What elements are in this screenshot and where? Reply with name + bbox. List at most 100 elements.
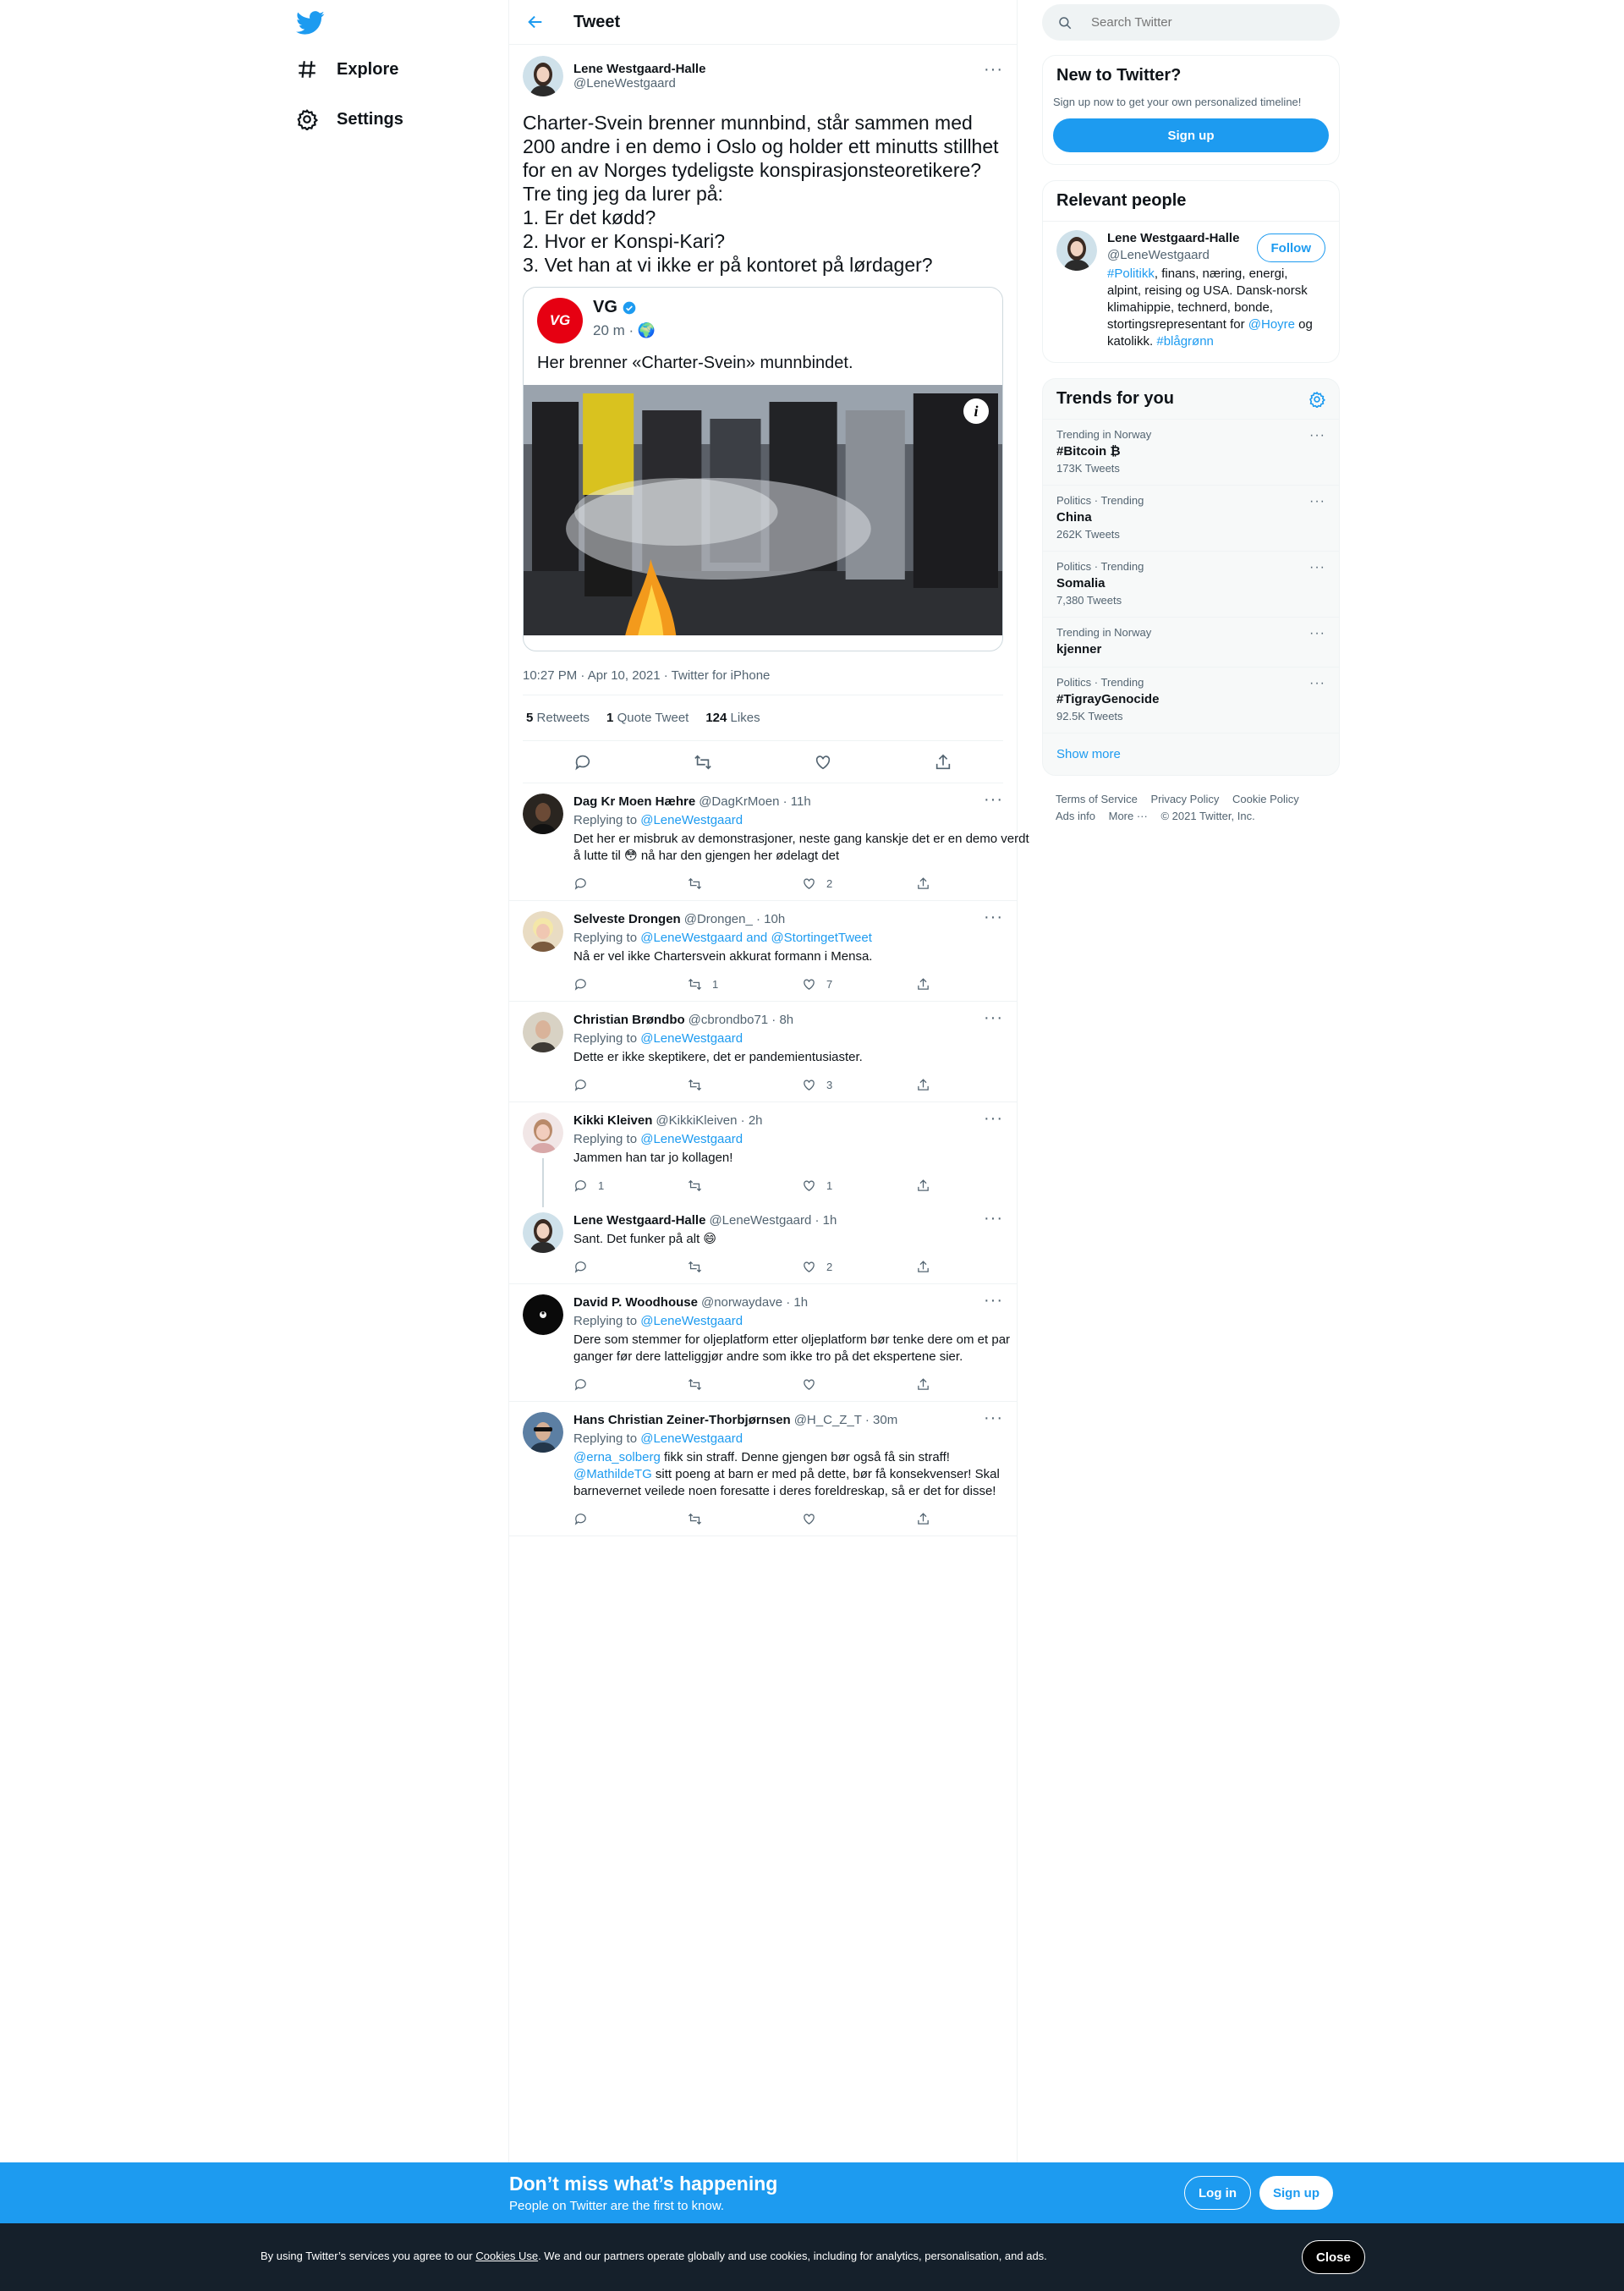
bio-mention-link[interactable]: @Hoyre bbox=[1248, 317, 1295, 332]
more-options-icon[interactable]: ··· bbox=[984, 908, 1003, 927]
reply-author-handle[interactable]: @LeneWestgaard · 1h bbox=[709, 1213, 837, 1228]
reply-avatar[interactable] bbox=[523, 1412, 563, 1453]
reply-author-name[interactable]: Hans Christian Zeiner-Thorbjørnsen bbox=[573, 1413, 791, 1427]
reply-author-handle[interactable]: @KikkiKleiven · 2h bbox=[656, 1113, 762, 1128]
more-options-icon[interactable]: ··· bbox=[984, 790, 1003, 810]
like-button[interactable]: 3 bbox=[802, 1078, 916, 1092]
tweet-meta[interactable]: 10:27 PM · Apr 10, 2021 · Twitter for iP… bbox=[523, 668, 1003, 695]
bio-hashtag-link[interactable]: #blågrønn bbox=[1156, 334, 1214, 349]
signup-button[interactable]: Sign up bbox=[1259, 2176, 1333, 2210]
author-handle[interactable]: @LeneWestgaard bbox=[573, 76, 705, 91]
retweet-button[interactable] bbox=[688, 876, 802, 891]
reply-item[interactable]: Christian Brøndbo @cbrondbo71 · 8h Replyi… bbox=[509, 1002, 1017, 1102]
follow-button[interactable]: Follow bbox=[1256, 233, 1325, 262]
retweets-stat[interactable]: 5 Retweets bbox=[526, 711, 590, 725]
reply-author-handle[interactable]: @DagKrMoen · 11h bbox=[699, 794, 811, 809]
retweet-button[interactable] bbox=[688, 1078, 802, 1092]
trend-item[interactable]: Trending in Norway #Bitcoin ₿ 173K Tweet… bbox=[1043, 419, 1339, 485]
share-button[interactable] bbox=[916, 876, 1030, 891]
retweet-button[interactable] bbox=[688, 1377, 802, 1392]
retweet-button[interactable]: 1 bbox=[688, 977, 802, 992]
more-options-icon[interactable]: ··· bbox=[1309, 626, 1325, 641]
reply-item[interactable]: Dag Kr Moen Hæhre @DagKrMoen · 11h Replyi… bbox=[509, 783, 1029, 901]
close-button[interactable]: Close bbox=[1302, 2240, 1365, 2274]
gear-icon[interactable] bbox=[1309, 391, 1325, 408]
relevant-person[interactable]: Lene Westgaard-Halle @LeneWestgaard #Pol… bbox=[1043, 221, 1339, 362]
share-button[interactable] bbox=[916, 1512, 1030, 1526]
reply-button[interactable] bbox=[573, 1078, 688, 1092]
more-options-icon[interactable]: ··· bbox=[1309, 560, 1325, 575]
retweet-button[interactable] bbox=[688, 1512, 802, 1526]
reply-author-name[interactable]: Kikki Kleiven bbox=[573, 1113, 652, 1128]
twitter-logo-icon[interactable] bbox=[296, 8, 325, 37]
bio-hashtag-link[interactable]: #Politikk bbox=[1107, 266, 1155, 281]
signup-button[interactable]: Sign up bbox=[1053, 118, 1329, 152]
share-button[interactable] bbox=[916, 1178, 1030, 1193]
trend-item[interactable]: Trending in Norway kjenner ··· bbox=[1043, 617, 1339, 667]
reply-author-handle[interactable]: @Drongen_ · 10h bbox=[684, 912, 785, 926]
share-button[interactable] bbox=[916, 977, 1030, 992]
mention-link[interactable]: @MathildeTG bbox=[573, 1467, 652, 1481]
back-arrow-icon[interactable] bbox=[526, 13, 545, 31]
share-button[interactable] bbox=[916, 1078, 1030, 1092]
reply-button[interactable] bbox=[573, 1260, 688, 1274]
retweet-button[interactable] bbox=[688, 1260, 802, 1274]
like-button[interactable]: 7 bbox=[802, 977, 916, 992]
trend-item[interactable]: Politics · Trending Somalia 7,380 Tweets… bbox=[1043, 551, 1339, 617]
footer-more-link[interactable]: More ··· bbox=[1109, 810, 1148, 822]
likes-stat[interactable]: 124 Likes bbox=[705, 711, 760, 725]
mention-link[interactable]: @erna_solberg bbox=[573, 1450, 661, 1464]
show-more-link[interactable]: Show more bbox=[1043, 733, 1339, 775]
share-button[interactable] bbox=[916, 1260, 1030, 1274]
reply-author-handle[interactable]: @H_C_Z_T · 30m bbox=[794, 1413, 897, 1427]
reply-icon[interactable] bbox=[573, 753, 592, 772]
reply-item[interactable]: Lene Westgaard-Halle @LeneWestgaard · 1h … bbox=[509, 1202, 1017, 1284]
more-options-icon[interactable]: ··· bbox=[1309, 494, 1325, 509]
reply-author-name[interactable]: David P. Woodhouse bbox=[573, 1295, 698, 1310]
replying-to-link[interactable]: @LeneWestgaard bbox=[640, 1132, 743, 1146]
reply-item[interactable]: Selveste Drongen @Drongen_ · 10h Replying… bbox=[509, 901, 1017, 1002]
person-avatar[interactable] bbox=[1056, 230, 1097, 271]
reply-button[interactable] bbox=[573, 1512, 688, 1526]
author-avatar[interactable] bbox=[523, 56, 563, 96]
quoted-tweet[interactable]: VG VG 20 m · 🌍 Her brenner «Charter-Svei… bbox=[523, 287, 1003, 651]
reply-author-name[interactable]: Christian Brøndbo bbox=[573, 1013, 685, 1027]
reply-author-name[interactable]: Lene Westgaard-Halle bbox=[573, 1213, 705, 1228]
search-box[interactable] bbox=[1042, 4, 1340, 41]
reply-avatar[interactable] bbox=[523, 794, 563, 834]
reply-avatar[interactable] bbox=[523, 911, 563, 952]
reply-item[interactable]: Hans Christian Zeiner-Thorbjørnsen @H_C_Z… bbox=[509, 1402, 1017, 1536]
reply-button[interactable] bbox=[573, 1377, 688, 1392]
trend-item[interactable]: Politics · Trending #TigrayGenocide 92.5… bbox=[1043, 667, 1339, 733]
reply-avatar[interactable] bbox=[523, 1212, 563, 1253]
more-options-icon[interactable]: ··· bbox=[1309, 676, 1325, 691]
reply-avatar[interactable] bbox=[523, 1113, 563, 1153]
nav-explore[interactable]: Explore bbox=[296, 52, 398, 86]
nav-settings[interactable]: Settings bbox=[296, 102, 403, 136]
more-options-icon[interactable]: ··· bbox=[984, 1109, 1003, 1129]
retweet-button[interactable] bbox=[688, 1178, 802, 1193]
footer-cookie-link[interactable]: Cookie Policy bbox=[1232, 793, 1299, 805]
reply-author-name[interactable]: Selveste Drongen bbox=[573, 912, 681, 926]
like-button[interactable]: 2 bbox=[802, 1260, 916, 1274]
footer-privacy-link[interactable]: Privacy Policy bbox=[1150, 793, 1219, 805]
reply-button[interactable]: 1 bbox=[573, 1178, 688, 1193]
more-options-icon[interactable]: ··· bbox=[984, 1409, 1003, 1428]
footer-terms-link[interactable]: Terms of Service bbox=[1056, 793, 1138, 805]
quotes-stat[interactable]: 1 Quote Tweet bbox=[606, 711, 689, 725]
footer-ads-link[interactable]: Ads info bbox=[1056, 810, 1095, 822]
more-options-icon[interactable]: ··· bbox=[1309, 428, 1325, 443]
trend-item[interactable]: Politics · Trending China 262K Tweets ··… bbox=[1043, 485, 1339, 551]
more-options-icon[interactable]: ··· bbox=[984, 1008, 1003, 1028]
reply-item[interactable]: David P. Woodhouse @norwaydave · 1h Reply… bbox=[509, 1284, 1017, 1402]
share-icon[interactable] bbox=[934, 753, 952, 772]
replying-to-link[interactable]: @LeneWestgaard bbox=[640, 1031, 743, 1046]
reply-author-name[interactable]: Dag Kr Moen Hæhre bbox=[573, 794, 695, 809]
reply-author-handle[interactable]: @norwaydave · 1h bbox=[701, 1295, 808, 1310]
like-button[interactable] bbox=[802, 1377, 916, 1392]
reply-item[interactable]: Kikki Kleiven @KikkiKleiven · 2h Replying… bbox=[509, 1102, 1017, 1207]
reply-author-handle[interactable]: @cbrondbo71 · 8h bbox=[689, 1013, 793, 1027]
replying-to-link[interactable]: @LeneWestgaard bbox=[640, 1314, 743, 1328]
quote-photo[interactable]: i bbox=[524, 385, 1002, 635]
retweet-icon[interactable] bbox=[694, 753, 712, 772]
